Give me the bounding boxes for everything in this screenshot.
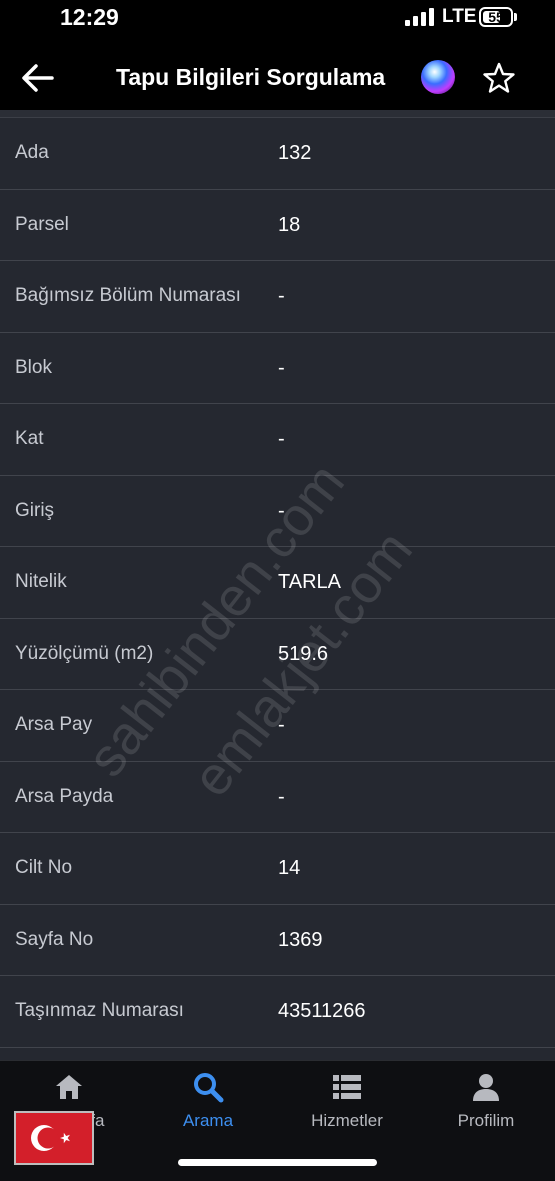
signal-icon [405,8,437,26]
battery-level: 55 [488,9,504,25]
info-row: Arsa Pay - [0,690,555,762]
battery-cap [514,13,517,21]
row-label: Bağımsız Bölüm Numarası [15,285,241,306]
tab-hizmetler[interactable]: Hizmetler [278,1061,416,1141]
battery-icon: 55 [479,7,513,27]
info-row: Giriş - [0,476,555,547]
row-value: TARLA [278,571,341,593]
status-bar: 12:29 LTE 55 [0,0,555,40]
home-icon [56,1075,82,1099]
info-row: Parsel 18 [0,190,555,261]
row-value: - [278,714,285,736]
info-row: Kat - [0,404,555,476]
row-value: 43511266 [278,1000,366,1022]
siri-orb-icon[interactable] [421,60,455,94]
row-label: Sayfa No [15,928,94,950]
person-icon [473,1074,499,1101]
row-label: Blok [15,356,52,378]
row-value: - [278,285,285,307]
list-icon [333,1075,361,1099]
page-title: Tapu Bilgileri Sorgulama [116,64,386,90]
tab-profilim[interactable]: Profilim [417,1061,555,1141]
back-button[interactable] [18,58,58,98]
favorite-button[interactable] [482,61,516,95]
row-label: Cilt No [15,857,73,878]
tab-label: Profilim [457,1111,515,1130]
tab-label: Arama [182,1111,234,1130]
info-row: Ada 132 [0,118,555,190]
info-row: Sayfa No 1369 [0,905,555,976]
nav-header: Tapu Bilgileri Sorgulama [0,40,555,110]
info-row: Blok - [0,333,555,404]
list-top-divider [0,110,555,118]
row-value: 132 [278,142,312,164]
row-value: 14 [278,857,301,879]
row-label: Parsel [15,213,69,235]
row-value: - [278,785,285,808]
row-value: 18 [278,213,301,236]
crescent-star-icon [31,1125,70,1151]
row-label: Ada [15,142,49,163]
home-indicator[interactable] [178,1159,377,1166]
row-label: Taşınmaz Numarası [15,1000,184,1021]
search-icon [194,1073,224,1103]
info-row: Cilt No 14 [0,833,555,905]
property-info-list[interactable]: Ada 132 Parsel 18 Bağımsız Bölüm Numarası - Bl… [0,110,555,1060]
row-label: Yüzölçümü (m2) [15,642,154,664]
info-row: Nitelik TARLA [0,547,555,619]
row-label: Giriş [15,499,55,521]
star-icon [483,62,515,93]
info-row: Arsa Payda - [0,762,555,833]
tab-arama[interactable]: Arama [139,1061,277,1141]
info-row: Taşınmaz Numarası 43511266 [0,976,555,1048]
row-label: Kat [15,428,44,449]
info-row: Yüzölçümü (m2) 519.6 [0,619,555,690]
row-value: 519.6 [278,642,329,665]
row-label: Arsa Payda [15,785,114,807]
network-type: LTE [442,6,477,27]
row-value: 1369 [278,928,323,951]
row-value: - [278,356,285,379]
info-row: Bağımsız Bölüm Numarası - [0,261,555,333]
arrow-left-icon [22,64,54,92]
row-label: Arsa Pay [15,714,93,735]
row-label: Nitelik [15,571,67,592]
status-time: 12:29 [60,4,119,30]
row-value: - [278,499,285,522]
row-value: - [278,428,285,450]
turkish-flag-icon [14,1111,94,1165]
tab-label: Hizmetler [311,1111,383,1130]
